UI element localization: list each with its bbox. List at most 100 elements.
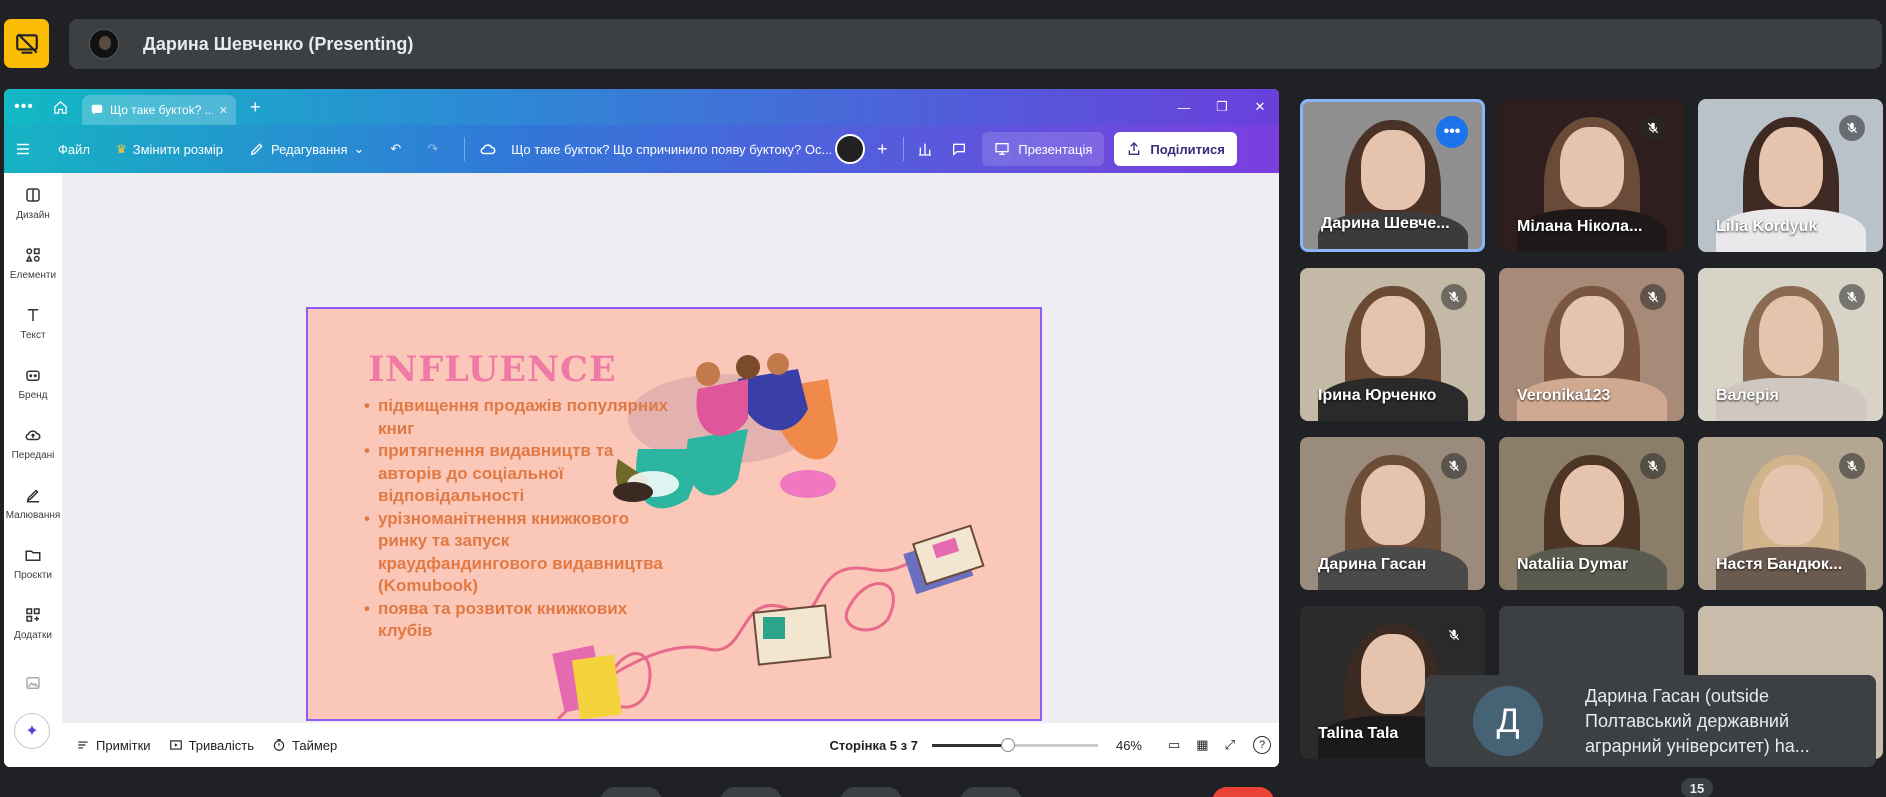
participant-count-badge[interactable]: 15 bbox=[1681, 778, 1713, 797]
notes-button[interactable]: Примітки bbox=[76, 738, 151, 753]
close-icon[interactable]: ✕ bbox=[1241, 99, 1279, 115]
more-options-icon[interactable]: ••• bbox=[1436, 116, 1468, 148]
new-tab-icon[interactable]: + bbox=[250, 97, 261, 118]
participant-name: Мілана Нікола... bbox=[1517, 218, 1643, 235]
editing-label: Редагування bbox=[271, 141, 348, 157]
control-button[interactable] bbox=[600, 787, 662, 797]
cloud-save-icon[interactable] bbox=[479, 140, 497, 158]
sidebar-item-elements[interactable]: Елементи bbox=[4, 233, 62, 293]
participant-tile[interactable]: Дарина Шевче... ••• bbox=[1300, 99, 1485, 252]
tab-title: Що таке буктоk? ... bbox=[110, 103, 213, 117]
editing-dropdown[interactable]: Редагування ⌄ bbox=[249, 141, 364, 157]
participant-tile[interactable]: Veronika123 bbox=[1499, 268, 1684, 421]
user-avatar[interactable] bbox=[835, 134, 866, 164]
sidebar-item-design[interactable]: Дизайн bbox=[4, 173, 62, 233]
page-indicator[interactable]: Сторінка 5 з 7 bbox=[830, 738, 918, 753]
meet-logo[interactable] bbox=[4, 19, 49, 68]
notes-icon bbox=[78, 741, 88, 749]
sidebar-item-brand[interactable]: Бренд bbox=[4, 353, 62, 413]
add-collaborator-icon[interactable]: + bbox=[865, 132, 899, 166]
tab-presentation[interactable]: Що таке буктоk? ... ✕ bbox=[82, 95, 236, 125]
participant-name: Veronika123 bbox=[1517, 387, 1611, 404]
mic-off-icon bbox=[1640, 284, 1666, 310]
sidebar-item-label: Передані bbox=[11, 449, 55, 461]
elements-icon bbox=[25, 247, 40, 262]
file-label: Файл bbox=[58, 141, 90, 157]
file-menu[interactable]: Файл bbox=[58, 142, 90, 157]
slide-bullet: поява та розвиток книжкових клубів bbox=[364, 598, 674, 643]
sidebar-item-label: Малювання bbox=[5, 509, 61, 521]
sidebar-item-projects[interactable]: Проєкти bbox=[4, 533, 62, 593]
zoom-slider-handle[interactable] bbox=[1001, 737, 1016, 752]
sidebar-item-apps[interactable]: Додатки bbox=[4, 593, 62, 653]
more-icon[interactable]: ••• bbox=[4, 98, 44, 116]
participant-tile[interactable]: Настя Бандюк... bbox=[1698, 437, 1883, 590]
mic-off-icon bbox=[1640, 115, 1666, 141]
mic-off-icon bbox=[1839, 284, 1865, 310]
zoom-level[interactable]: 46% bbox=[1116, 738, 1142, 753]
participant-name: Nataliia Dymar bbox=[1517, 556, 1629, 573]
slide-bullet: притягнення видавництв та авторів до соц… bbox=[364, 440, 674, 508]
sidebar-item-label: Додатки bbox=[14, 629, 52, 641]
participant-tile[interactable]: Мілана Нікола... bbox=[1499, 99, 1684, 252]
tab-close-icon[interactable]: ✕ bbox=[219, 104, 228, 117]
slide-bullet-list: підвищення продажів популярних книг прит… bbox=[364, 395, 674, 643]
control-button[interactable] bbox=[840, 787, 902, 797]
presenter-avatar bbox=[89, 29, 119, 59]
duration-button[interactable]: Тривалість bbox=[169, 738, 254, 753]
sidebar-item-uploads[interactable]: Передані bbox=[4, 413, 62, 473]
fullscreen-icon[interactable]: ⤢ bbox=[1225, 737, 1235, 753]
participant-name: Настя Бандюк... bbox=[1716, 556, 1843, 573]
mic-off-icon bbox=[1441, 284, 1467, 310]
image-icon bbox=[26, 677, 40, 689]
maximize-icon[interactable]: ❐ bbox=[1203, 99, 1241, 115]
comment-icon[interactable] bbox=[942, 132, 976, 166]
share-button[interactable]: Поділитися bbox=[1114, 132, 1237, 166]
participant-tile[interactable]: Nataliia Dymar bbox=[1499, 437, 1684, 590]
page-view-icon[interactable]: ▭ bbox=[1168, 737, 1180, 753]
participant-face bbox=[1559, 127, 1624, 207]
browser-tabbar: ••• Що таке буктоk? ... ✕ + — ❐ ✕ bbox=[4, 89, 1279, 125]
minimize-icon[interactable]: — bbox=[1165, 100, 1203, 115]
insights-icon[interactable] bbox=[908, 132, 942, 166]
join-notification[interactable]: Д Дарина Гасан (outside Полтавський держ… bbox=[1425, 675, 1876, 767]
timer-icon bbox=[273, 739, 285, 751]
redo-icon[interactable]: ↷ bbox=[427, 141, 438, 157]
participant-face bbox=[1360, 296, 1425, 376]
magic-assistant-icon[interactable]: ✦ bbox=[14, 713, 50, 749]
sidebar-item-label: Елементи bbox=[9, 269, 57, 281]
divider bbox=[903, 137, 905, 161]
draw-icon bbox=[26, 488, 39, 502]
leave-call-button[interactable] bbox=[1212, 787, 1274, 797]
resize-label: Змінити розмір bbox=[132, 141, 224, 157]
participant-face bbox=[1360, 130, 1425, 210]
chevron-down-icon: ⌄ bbox=[353, 141, 365, 156]
participant-name: Дарина Шевче... bbox=[1321, 215, 1450, 232]
participant-face bbox=[1559, 465, 1624, 545]
sidebar-item-label: Проєкти bbox=[13, 569, 53, 581]
present-button[interactable]: Презентація bbox=[982, 132, 1105, 166]
document-title[interactable]: Що таке букток? Що спричинило появу букт… bbox=[511, 142, 831, 157]
grid-view-icon[interactable]: ▦ bbox=[1196, 737, 1208, 753]
timer-button[interactable]: Таймер bbox=[272, 738, 337, 753]
undo-icon[interactable]: ↶ bbox=[390, 141, 401, 157]
participant-face bbox=[1758, 465, 1823, 545]
control-button[interactable] bbox=[720, 787, 782, 797]
sidebar-item-draw[interactable]: Малювання bbox=[4, 473, 62, 533]
slide-bullet: підвищення продажів популярних книг bbox=[364, 395, 674, 440]
participant-tile[interactable]: Lilia Kordyuk bbox=[1698, 99, 1883, 252]
zoom-slider[interactable] bbox=[931, 737, 1098, 752]
participant-tile[interactable]: Дарина Гасан bbox=[1300, 437, 1485, 590]
canvas-workspace: INFLUENCE підвищення продажів популярних… bbox=[62, 173, 1279, 767]
control-button[interactable] bbox=[960, 787, 1022, 797]
help-icon[interactable]: ? bbox=[1253, 736, 1271, 754]
participant-tile[interactable]: Ірина Юрченко bbox=[1300, 268, 1485, 421]
current-slide[interactable]: INFLUENCE підвищення продажів популярних… bbox=[306, 307, 1042, 721]
participant-tile[interactable]: Валерія bbox=[1698, 268, 1883, 421]
sidebar-item-photos[interactable] bbox=[4, 653, 62, 713]
sidebar-item-text[interactable]: Текст bbox=[4, 293, 62, 353]
presentation-icon bbox=[995, 143, 1009, 155]
home-icon[interactable] bbox=[44, 100, 76, 115]
resize-button[interactable]: ♛ Змінити розмір bbox=[116, 142, 223, 157]
menu-icon[interactable] bbox=[14, 140, 32, 158]
